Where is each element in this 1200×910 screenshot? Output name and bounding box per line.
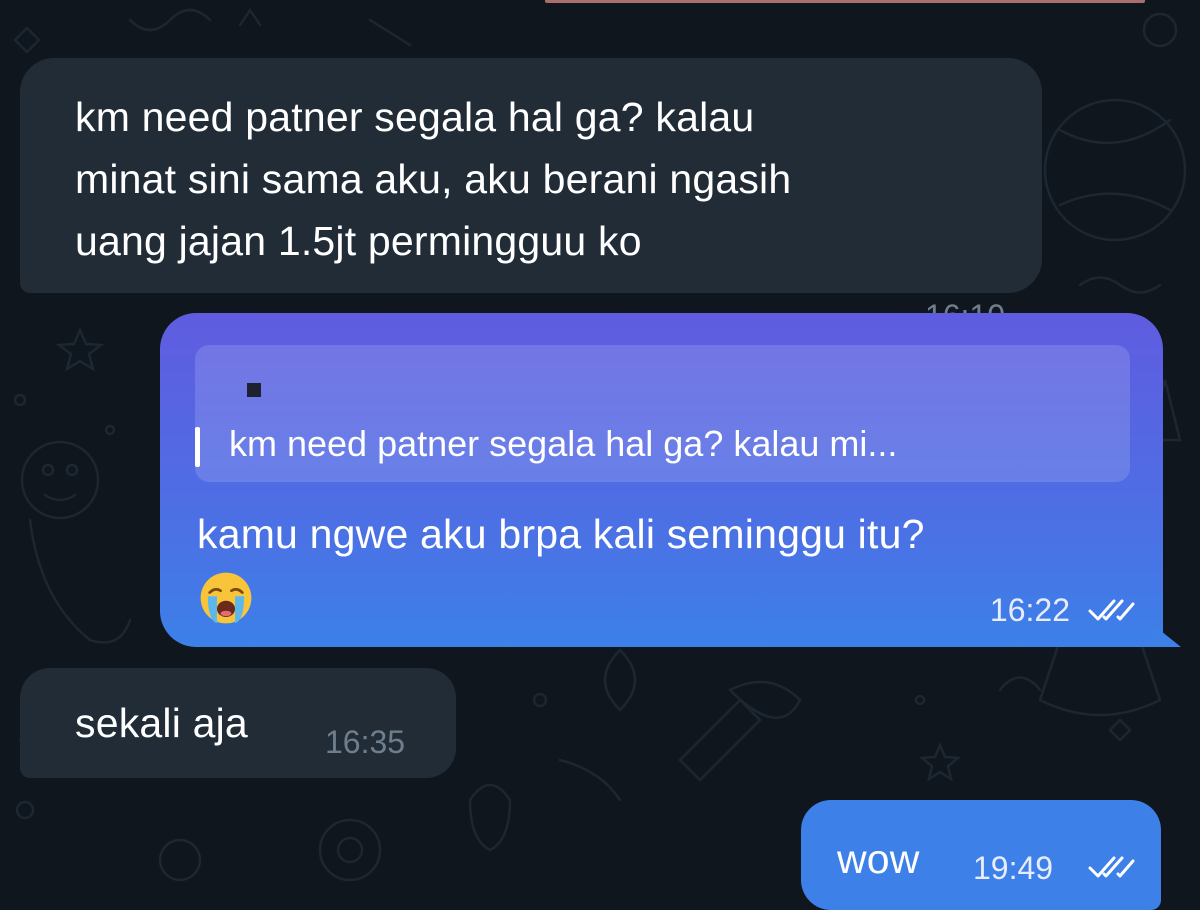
message-text: wow — [837, 836, 920, 882]
reply-preview[interactable]: km need patner segala hal ga? kalau mi..… — [195, 345, 1130, 482]
reply-quoted-text: km need patner segala hal ga? kalau mi..… — [229, 423, 898, 464]
message-text: kamu ngwe aku brpa kali seminggu itu? — [197, 511, 925, 557]
loudly-crying-face-emoji-icon — [200, 572, 252, 624]
message-time: 16:22 — [989, 592, 1070, 628]
incoming-message-bubble[interactable]: km need patner segala hal ga? kalau mina… — [20, 58, 1042, 334]
previous-media-edge — [545, 0, 1145, 3]
double-check-icon — [1088, 599, 1135, 621]
reply-sender-avatar — [247, 383, 261, 397]
outgoing-message-bubble[interactable]: km need patner segala hal ga? kalau mi..… — [160, 313, 1181, 647]
message-time: 16:35 — [325, 724, 406, 760]
outgoing-message-bubble[interactable]: wow 19:49 — [801, 800, 1161, 910]
message-text: km need patner segala hal ga? kalau mina… — [75, 94, 792, 264]
incoming-message-bubble[interactable]: sekali aja 16:35 — [20, 668, 456, 778]
reply-accent-bar — [195, 427, 200, 467]
message-text: sekali aja — [75, 700, 248, 746]
message-time: 19:49 — [973, 850, 1054, 886]
double-check-icon — [1088, 856, 1135, 878]
